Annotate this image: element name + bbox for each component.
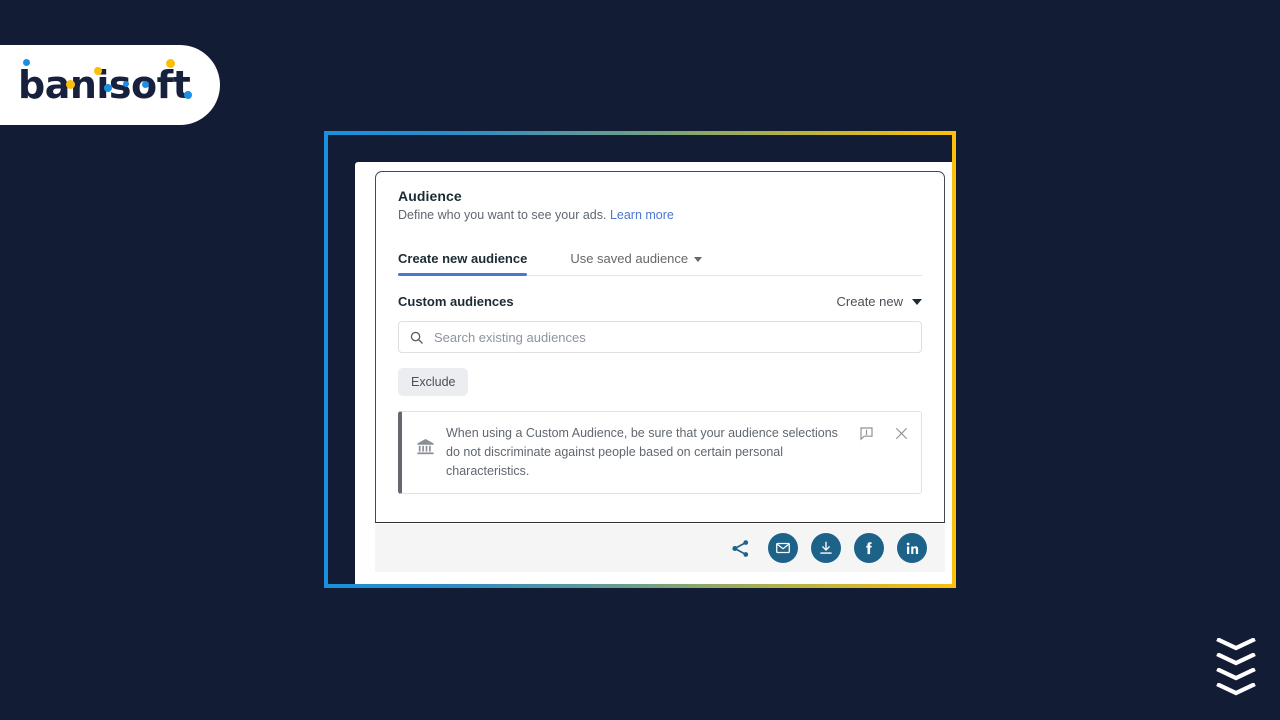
audience-card-body: Audience Define who you want to see your… (376, 172, 944, 494)
tab-create-new-audience-label: Create new audience (398, 251, 528, 266)
custom-audiences-label: Custom audiences (398, 294, 514, 309)
share-icon[interactable] (725, 533, 755, 563)
logo-dot-n (94, 67, 102, 75)
learn-more-link[interactable]: Learn more (610, 208, 674, 222)
notice-text: When using a Custom Audience, be sure th… (446, 426, 838, 478)
exclude-button[interactable]: Exclude (398, 368, 469, 396)
search-icon (409, 330, 424, 345)
chevron-down-icon (1216, 638, 1256, 651)
logo-dot-t-top (166, 59, 175, 68)
logo-dot-period (184, 91, 192, 99)
logo-dot-a (66, 80, 75, 89)
custom-audiences-row: Custom audiences Create new (398, 294, 922, 309)
screenshot-frame-inner: Audience Define who you want to see your… (328, 135, 952, 584)
logo-dot-o (142, 81, 149, 88)
create-new-dropdown[interactable]: Create new (837, 294, 922, 309)
brand-logo-pill: banisoft (0, 45, 220, 125)
page-root: banisoft Audience Define who you want to… (0, 0, 1280, 720)
notice-actions (859, 424, 909, 441)
tab-use-saved-audience-label: Use saved audience (570, 251, 689, 266)
logo-dot-i (104, 84, 112, 92)
facebook-icon[interactable] (854, 533, 884, 563)
page-subtitle: Define who you want to see your ads. Lea… (398, 207, 922, 224)
chevron-down-icon (1216, 683, 1256, 696)
page-title: Audience (398, 188, 462, 204)
logo-dot-s (123, 81, 129, 87)
email-icon[interactable] (768, 533, 798, 563)
chevron-down-icon (694, 257, 703, 263)
brand-logo: banisoft (18, 59, 194, 111)
chevron-down-icon (1216, 668, 1256, 681)
search-audiences-field[interactable]: Search existing audiences (398, 321, 922, 353)
audience-card: Audience Define who you want to see your… (375, 171, 945, 523)
feedback-alert-icon[interactable] (859, 426, 874, 441)
page-subtitle-text: Define who you want to see your ads. (398, 208, 607, 222)
search-input-placeholder: Search existing audiences (434, 329, 586, 345)
download-icon[interactable] (811, 533, 841, 563)
audience-tabs: Create new audience Use saved audience (398, 243, 922, 276)
custom-audience-notice: When using a Custom Audience, be sure th… (398, 411, 922, 494)
screenshot-frame: Audience Define who you want to see your… (324, 131, 956, 588)
chevron-down-icon (1216, 653, 1256, 666)
tab-use-saved-audience[interactable]: Use saved audience (570, 251, 703, 275)
close-icon[interactable] (894, 426, 909, 441)
logo-dot-b-top (23, 59, 30, 66)
create-new-label: Create new (836, 294, 903, 309)
tab-create-new-audience[interactable]: Create new audience (398, 251, 528, 276)
browser-panel: Audience Define who you want to see your… (355, 162, 952, 584)
social-share-bar (375, 524, 945, 572)
linkedin-icon[interactable] (897, 533, 927, 563)
chevron-down-icon (912, 298, 922, 305)
scroll-down-indicator[interactable] (1216, 638, 1256, 696)
bank-building-icon (416, 424, 442, 461)
